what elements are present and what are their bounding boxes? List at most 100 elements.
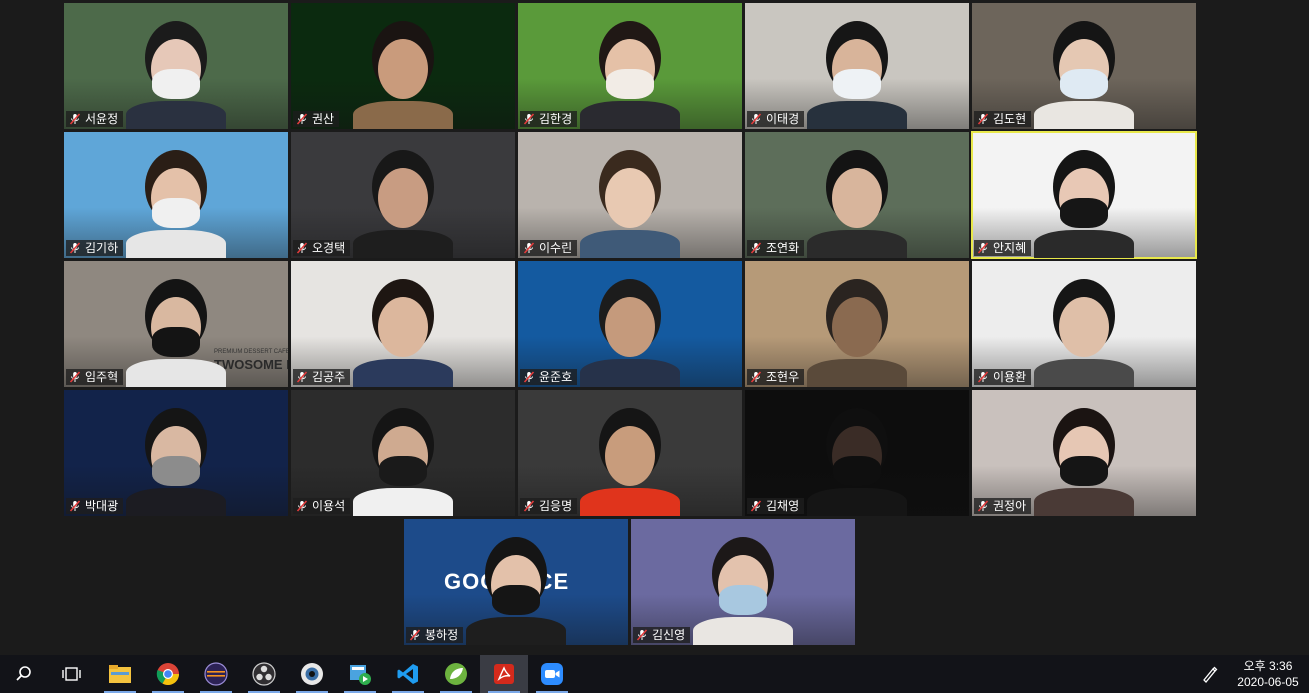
participant-video [116,275,236,387]
muted-mic-icon [69,371,81,383]
webcam-app-icon[interactable] [288,655,336,693]
participant-name-tag: 김도현 [974,111,1032,127]
video-tile[interactable]: 김응명 [518,390,742,516]
participant-name: 김한경 [539,112,573,126]
participant-name-tag: 봉하정 [406,627,464,643]
participant-name: 서윤정 [85,112,119,126]
muted-mic-icon [409,629,421,641]
windows-taskbar: 오후 3:36 2020-06-05 [0,655,1309,693]
video-tile[interactable]: 조연화 [745,132,969,258]
muted-mic-icon [69,500,81,512]
participant-video [797,146,917,258]
muted-mic-icon [750,371,762,383]
obs-icon[interactable] [240,655,288,693]
muted-mic-icon [977,242,989,254]
search-icon[interactable] [0,655,48,693]
video-tile[interactable]: 김신영 [631,519,855,645]
file-explorer-icon[interactable] [96,655,144,693]
muted-mic-icon [296,113,308,125]
participant-name-tag: 권산 [293,111,340,127]
video-tile[interactable]: PREMIUM DESSERT CAFETWOSOME PL임주혁 [64,261,288,387]
video-tile[interactable]: 김공주 [291,261,515,387]
chrome-icon[interactable] [144,655,192,693]
participant-video [1024,146,1144,258]
video-tile[interactable]: 김기하 [64,132,288,258]
participant-video [683,533,803,645]
participant-name: 임주혁 [85,370,119,384]
participant-video [570,404,690,516]
video-tile[interactable]: 이수린 [518,132,742,258]
participant-name-tag: 박대광 [66,498,124,514]
participant-name-tag: 임주혁 [66,369,124,385]
video-tile[interactable]: 김한경 [518,3,742,129]
eclipse-icon[interactable] [192,655,240,693]
participant-video [456,533,576,645]
participant-name-tag: 권정아 [974,498,1032,514]
participant-name: 김공주 [312,370,346,384]
participant-name-tag: 안지혜 [974,240,1032,256]
participant-name: 이용석 [312,499,346,513]
participant-name: 김응명 [539,499,573,513]
participant-name: 김신영 [652,628,686,642]
participant-video [797,17,917,129]
participant-name: 박대광 [85,499,119,513]
muted-mic-icon [750,500,762,512]
acrobat-icon[interactable] [480,655,528,693]
participant-name: 김채영 [766,499,800,513]
media-player-icon[interactable] [336,655,384,693]
muted-mic-icon [523,371,535,383]
participant-video [343,275,463,387]
participant-video [797,275,917,387]
participant-name-tag: 김응명 [520,498,578,514]
muted-mic-icon [977,500,989,512]
participant-video [116,146,236,258]
clock-date: 2020-06-05 [1237,675,1299,689]
spring-tool-icon[interactable] [432,655,480,693]
video-tile[interactable]: 김채영 [745,390,969,516]
muted-mic-icon [977,371,989,383]
system-tray: 오후 3:36 2020-06-05 [1193,655,1309,693]
video-tile[interactable]: 이용환 [972,261,1196,387]
video-tile[interactable]: 이태경 [745,3,969,129]
participant-name-tag: 이태경 [747,111,805,127]
video-tile[interactable]: GOOD CE 봉하정 [404,519,628,645]
muted-mic-icon [296,242,308,254]
participant-video [797,404,917,516]
participant-name-tag: 이수린 [520,240,578,256]
muted-mic-icon [296,371,308,383]
muted-mic-icon [750,242,762,254]
participant-name-tag: 윤준호 [520,369,578,385]
participant-name: 봉하정 [425,628,459,642]
video-tile[interactable]: 박대광 [64,390,288,516]
participant-video [343,146,463,258]
zoom-icon[interactable] [528,655,576,693]
muted-mic-icon [636,629,648,641]
muted-mic-icon [69,242,81,254]
video-tile[interactable]: 조현우 [745,261,969,387]
participant-name: 윤준호 [539,370,573,384]
participant-name-tag: 조연화 [747,240,805,256]
taskbar-clock[interactable]: 오후 3:36 2020-06-05 [1227,658,1309,690]
pen-workspace-icon[interactable] [1193,655,1227,693]
participant-name: 조연화 [766,241,800,255]
video-tile[interactable]: 오경택 [291,132,515,258]
video-tile[interactable]: 윤준호 [518,261,742,387]
participant-name: 오경택 [312,241,346,255]
participant-video [1024,275,1144,387]
participant-name: 이수린 [539,241,573,255]
zoom-gallery-view: 서윤정 권산 김한경 이태경 김도현김기하 오경택 이수린 조연화 안지혜 PREMIUM DES… [0,0,1309,655]
video-tile[interactable]: 김도현 [972,3,1196,129]
video-tile[interactable]: 권산 [291,3,515,129]
video-tile[interactable]: 서윤정 [64,3,288,129]
participant-name-tag: 서윤정 [66,111,124,127]
video-tile[interactable]: 안지혜 [971,131,1197,259]
participant-name-tag: 이용석 [293,498,351,514]
muted-mic-icon [523,113,535,125]
participant-name-tag: 김공주 [293,369,351,385]
participant-video [343,17,463,129]
muted-mic-icon [296,500,308,512]
video-tile[interactable]: 이용석 [291,390,515,516]
task-view-icon[interactable] [48,655,96,693]
video-tile[interactable]: 권정아 [972,390,1196,516]
vscode-icon[interactable] [384,655,432,693]
